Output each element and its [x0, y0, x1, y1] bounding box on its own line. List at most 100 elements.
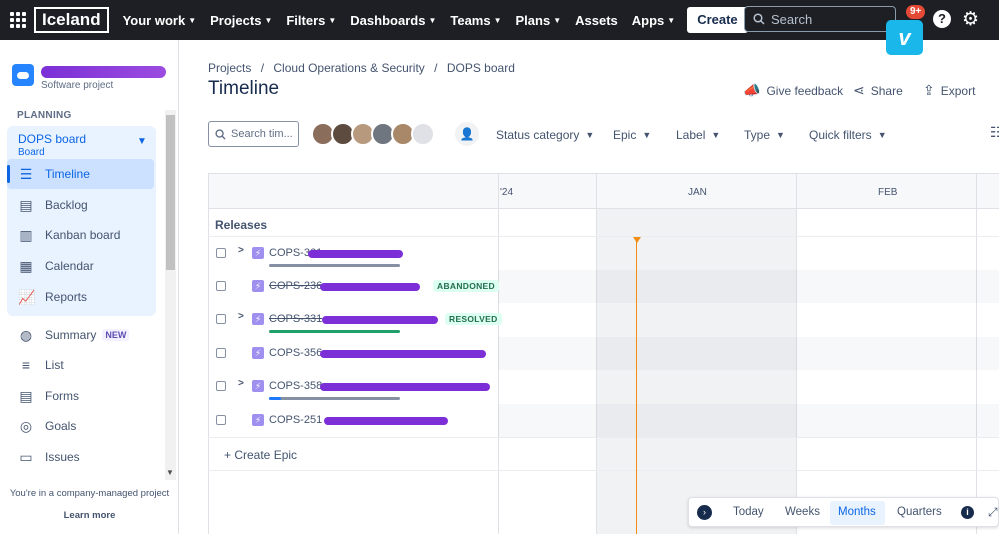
app-switcher-icon[interactable] [10, 12, 26, 28]
epic-progress-bar [269, 330, 400, 333]
export-button[interactable]: ⇪ Export [923, 82, 975, 99]
sidebar-item-list[interactable]: ≡ List [18, 357, 64, 373]
help-icon[interactable]: ? [933, 10, 951, 28]
view-settings-icon[interactable]: ☷ [990, 124, 999, 141]
nav-assets[interactable]: Assets [575, 13, 618, 28]
timeline-zoom-controls: › Today Weeks Months Quarters i ⤢ [688, 497, 999, 527]
row-divider [208, 437, 999, 438]
sidebar-item-timeline[interactable]: ☰ Timeline [18, 166, 90, 182]
filter-label[interactable]: Label ▼ [676, 128, 720, 142]
row-checkbox[interactable] [216, 248, 226, 258]
issue-key[interactable]: COPS-236 [269, 280, 322, 292]
expand-chevron-icon[interactable]: > [238, 311, 244, 322]
row-divider [208, 470, 999, 471]
timeline-search-input[interactable]: Search tim... [208, 121, 299, 147]
sidebar-item-forms[interactable]: ▤ Forms [18, 388, 79, 404]
gear-icon[interactable]: ⚙ [962, 8, 979, 31]
chevron-down-icon: ▼ [428, 15, 437, 25]
issue-summary-redacted [320, 383, 490, 391]
filter-status-category[interactable]: Status category ▼ [496, 128, 594, 142]
share-button[interactable]: ⋖ Share [853, 82, 903, 99]
board-title[interactable]: DOPS board [18, 132, 86, 146]
row-checkbox[interactable] [216, 415, 226, 425]
chevron-down-icon: ▼ [585, 130, 595, 140]
sidebar-item-reports[interactable]: 📈 Reports [18, 289, 87, 305]
weeks-button[interactable]: Weeks [785, 506, 820, 518]
month-label-jan: JAN [688, 187, 707, 198]
row-checkbox[interactable] [216, 314, 226, 324]
sidebar-item-backlog[interactable]: ▤ Backlog [18, 197, 87, 213]
months-button[interactable]: Months [838, 506, 876, 518]
timeline-row-cops-236[interactable]: ⚡ COPS-236 ABANDONED [208, 270, 499, 303]
timeline-row-cops-331[interactable]: > ⚡ COPS-331 RESOLVED [208, 303, 502, 336]
chevron-down-icon: ▼ [776, 130, 785, 140]
kanban-icon: ▥ [19, 227, 33, 243]
sidebar-item-kanban-board[interactable]: ▥ Kanban board [18, 227, 120, 243]
page-title: Timeline [208, 78, 280, 99]
nav-apps[interactable]: Apps ▼ [632, 13, 675, 28]
learn-more-link[interactable]: Learn more [0, 510, 179, 521]
chevron-down-icon: ▼ [877, 130, 887, 140]
today-button[interactable]: Today [733, 506, 764, 518]
fullscreen-icon[interactable]: ⤢ [988, 505, 998, 520]
quarters-button[interactable]: Quarters [897, 506, 942, 518]
breadcrumb-projects[interactable]: Projects [208, 61, 251, 75]
new-badge: NEW [102, 329, 130, 341]
add-people-icon[interactable]: 👤 [455, 122, 479, 146]
expand-chevron-icon[interactable]: > [238, 245, 244, 256]
nav-projects[interactable]: Projects ▼ [210, 13, 272, 28]
sidebar-item-issues[interactable]: ▭ Issues [18, 449, 79, 465]
row-checkbox[interactable] [216, 281, 226, 291]
issue-key[interactable]: COPS-358 [269, 380, 322, 392]
nav-dashboards[interactable]: Dashboards ▼ [350, 13, 436, 28]
filter-quick-filters[interactable]: Quick filters ▼ [809, 128, 887, 142]
chevron-down-icon: ▼ [328, 15, 337, 25]
scroll-down-arrow-icon[interactable]: ▼ [166, 468, 174, 477]
nav-teams[interactable]: Teams ▼ [450, 13, 501, 28]
breadcrumb-board[interactable]: DOPS board [447, 61, 515, 75]
timeline-row-cops-358[interactable]: > ⚡ COPS-358 [208, 370, 498, 403]
status-badge-resolved: RESOLVED [445, 313, 502, 325]
row-checkbox[interactable] [216, 381, 226, 391]
breadcrumb-project[interactable]: Cloud Operations & Security [273, 61, 424, 75]
create-button[interactable]: Create [687, 7, 748, 33]
board-subtitle: Board [18, 147, 45, 158]
issue-summary-redacted [322, 316, 438, 324]
nav-filters[interactable]: Filters ▼ [286, 13, 336, 28]
sidebar-item-goals[interactable]: ◎ Goals [18, 418, 76, 434]
nav-plans[interactable]: Plans ▼ [516, 13, 562, 28]
nav-your-work[interactable]: Your work ▼ [123, 13, 197, 28]
issue-key[interactable]: COPS-356 [269, 347, 322, 359]
timeline-row-cops-356[interactable]: ⚡ COPS-356 [208, 337, 498, 370]
sidebar-item-summary[interactable]: ◍ Summary NEW [18, 327, 130, 343]
row-checkbox[interactable] [216, 348, 226, 358]
unassigned-avatar[interactable] [411, 122, 435, 146]
site-logo[interactable]: Iceland [34, 7, 109, 33]
chevron-down-icon[interactable]: ▼ [137, 136, 147, 147]
sidebar-scrollbar-thumb[interactable] [166, 115, 175, 270]
releases-label: Releases [215, 218, 268, 232]
globe-icon: ◍ [19, 327, 33, 343]
collapse-chevron-icon[interactable]: › [697, 505, 712, 520]
breadcrumb-separator: / [434, 61, 438, 75]
issues-icon: ▭ [19, 449, 33, 465]
filter-epic[interactable]: Epic ▼ [613, 128, 651, 142]
sidebar-item-calendar[interactable]: ▦ Calendar [18, 258, 93, 274]
issue-key[interactable]: COPS-251 [269, 414, 322, 426]
issue-key[interactable]: COPS-331 [269, 313, 322, 325]
create-epic-button[interactable]: + Create Epic [224, 448, 297, 462]
issue-summary-redacted [308, 250, 403, 258]
info-icon[interactable]: i [961, 506, 974, 519]
timeline-row-cops-361[interactable]: > ⚡ COPS-361 [208, 237, 498, 270]
timeline-row-cops-251[interactable]: ⚡ COPS-251 [208, 404, 498, 437]
notification-count-badge[interactable]: 9+ [906, 5, 926, 19]
global-search-input[interactable]: Search [744, 6, 896, 32]
vimeo-extension-icon[interactable]: v [886, 20, 923, 55]
planning-section-label: PLANNING [17, 110, 72, 121]
epic-lightning-icon: ⚡ [252, 347, 264, 359]
megaphone-icon: 📣 [743, 82, 761, 98]
issue-summary-redacted [320, 283, 420, 291]
expand-chevron-icon[interactable]: > [238, 378, 244, 389]
give-feedback-button[interactable]: 📣 Give feedback [743, 82, 843, 99]
filter-type[interactable]: Type ▼ [744, 128, 785, 142]
